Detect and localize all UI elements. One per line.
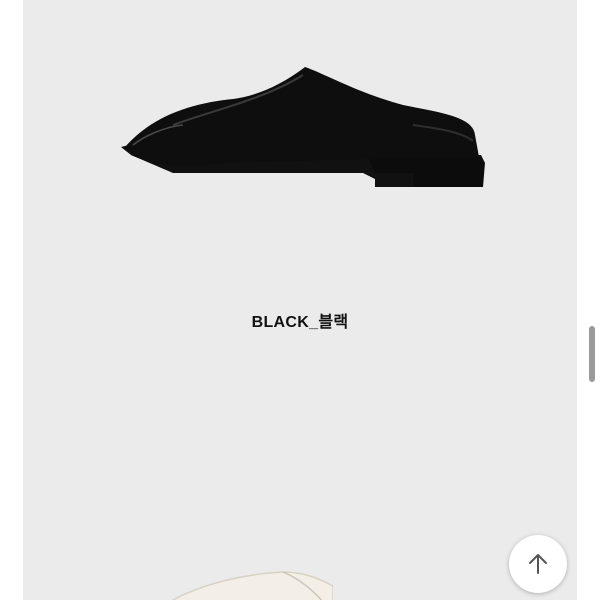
scroll-to-top-button[interactable] xyxy=(509,535,567,593)
arrow-up-icon xyxy=(529,554,547,574)
black-mule-shoe-image xyxy=(121,67,485,187)
product-detail-panel: BLACK_블랙 xyxy=(23,0,577,600)
next-product-image xyxy=(171,571,333,600)
product-color-caption: BLACK_블랙 xyxy=(251,314,349,331)
scrollbar-thumb[interactable] xyxy=(589,326,595,382)
